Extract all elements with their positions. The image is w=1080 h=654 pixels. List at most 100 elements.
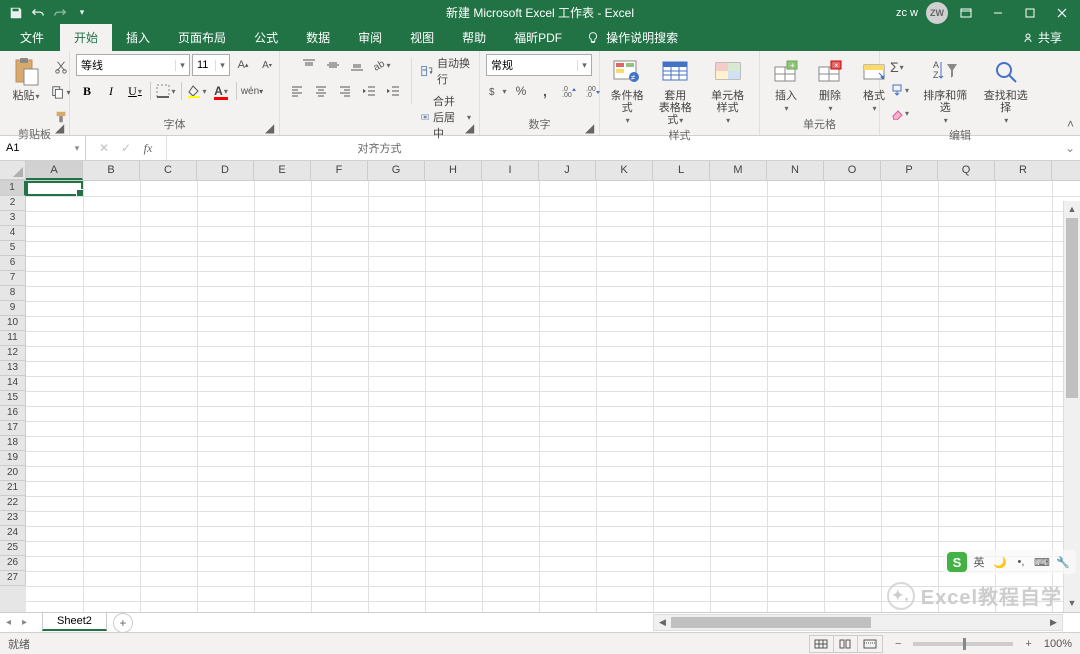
ime-settings-icon[interactable]: 🔧: [1054, 553, 1072, 571]
decrease-font-button[interactable]: A▾: [256, 54, 278, 76]
tab-layout[interactable]: 页面布局: [164, 24, 240, 51]
user-name[interactable]: zc w: [896, 7, 918, 19]
row-header[interactable]: 14: [0, 376, 26, 391]
vertical-scroll-thumb[interactable]: [1066, 218, 1078, 398]
horizontal-scrollbar[interactable]: ◀ ▶: [653, 614, 1063, 631]
phonetic-button[interactable]: wén▾: [241, 80, 263, 102]
ime-keyboard-icon[interactable]: ⌨: [1033, 553, 1051, 571]
column-header[interactable]: R: [995, 161, 1052, 180]
maximize-icon[interactable]: [1016, 2, 1044, 24]
tab-formulas[interactable]: 公式: [240, 24, 292, 51]
name-box-input[interactable]: [0, 142, 70, 154]
row-header[interactable]: 4: [0, 226, 26, 241]
tab-foxit[interactable]: 福昕PDF: [500, 24, 576, 51]
name-box-dropdown[interactable]: ▾: [70, 143, 84, 154]
row-header[interactable]: 12: [0, 346, 26, 361]
column-header[interactable]: L: [653, 161, 710, 180]
cut-button[interactable]: [50, 56, 72, 78]
sheet-nav-next[interactable]: ▸: [22, 617, 36, 628]
cells-area[interactable]: [26, 181, 1080, 612]
align-left-button[interactable]: [286, 80, 308, 102]
paste-button[interactable]: 粘贴▾: [6, 54, 46, 105]
autosum-button[interactable]: Σ▾: [886, 56, 908, 78]
ime-moon-icon[interactable]: 🌙: [991, 553, 1009, 571]
normal-view-button[interactable]: [810, 636, 834, 652]
column-header[interactable]: N: [767, 161, 824, 180]
row-header[interactable]: 23: [0, 511, 26, 526]
column-header[interactable]: F: [311, 161, 368, 180]
scroll-up-button[interactable]: ▲: [1064, 201, 1080, 218]
bold-button[interactable]: B: [76, 80, 98, 102]
wrap-text-button[interactable]: ab自动换行: [419, 54, 473, 88]
cancel-formula-button[interactable]: ✕: [94, 138, 114, 158]
tab-file[interactable]: 文件: [4, 24, 60, 51]
column-header[interactable]: M: [710, 161, 767, 180]
increase-decimal-button[interactable]: .0.00: [558, 80, 580, 102]
align-bottom-button[interactable]: [346, 54, 368, 76]
add-sheet-button[interactable]: +: [113, 613, 133, 633]
ime-punct-icon[interactable]: •,: [1012, 553, 1030, 571]
column-header[interactable]: E: [254, 161, 311, 180]
column-header[interactable]: A: [26, 161, 83, 180]
row-header[interactable]: 5: [0, 241, 26, 256]
insert-cells-button[interactable]: + 插入▾: [766, 54, 806, 117]
row-header[interactable]: 3: [0, 211, 26, 226]
column-header[interactable]: H: [425, 161, 482, 180]
percent-button[interactable]: %: [510, 80, 532, 102]
clear-button[interactable]: ▾: [886, 102, 913, 124]
row-header[interactable]: 6: [0, 256, 26, 271]
column-header[interactable]: C: [140, 161, 197, 180]
font-name-dropdown[interactable]: 等线▾: [76, 54, 190, 76]
row-header[interactable]: 2: [0, 196, 26, 211]
align-middle-button[interactable]: [322, 54, 344, 76]
row-header[interactable]: 11: [0, 331, 26, 346]
row-header[interactable]: 22: [0, 496, 26, 511]
column-header[interactable]: G: [368, 161, 425, 180]
sheet-tab-active[interactable]: Sheet2: [42, 613, 107, 631]
tab-view[interactable]: 视图: [396, 24, 448, 51]
clipboard-dialog-launcher[interactable]: ◢: [55, 121, 67, 133]
share-button[interactable]: 共享: [1014, 24, 1070, 51]
row-header[interactable]: 21: [0, 481, 26, 496]
qat-customize-icon[interactable]: ▾: [72, 3, 92, 23]
select-all-button[interactable]: [0, 161, 26, 180]
tab-review[interactable]: 审阅: [344, 24, 396, 51]
ime-toolbar[interactable]: S 英 🌙 •, ⌨ 🔧: [943, 550, 1076, 574]
tab-data[interactable]: 数据: [292, 24, 344, 51]
align-right-button[interactable]: [334, 80, 356, 102]
cell-styles-button[interactable]: 单元格样式▾: [702, 54, 753, 129]
tell-me-search[interactable]: 操作说明搜索: [576, 24, 688, 51]
increase-font-button[interactable]: A▴: [232, 54, 254, 76]
row-header[interactable]: 26: [0, 556, 26, 571]
align-center-button[interactable]: [310, 80, 332, 102]
row-header[interactable]: 13: [0, 361, 26, 376]
align-top-button[interactable]: [298, 54, 320, 76]
scroll-down-button[interactable]: ▼: [1064, 595, 1080, 612]
row-header[interactable]: 25: [0, 541, 26, 556]
ime-logo-icon[interactable]: S: [947, 552, 967, 572]
column-header[interactable]: I: [482, 161, 539, 180]
collapse-ribbon-button[interactable]: ˄: [1067, 117, 1074, 131]
scroll-right-button[interactable]: ▶: [1045, 615, 1062, 630]
column-header[interactable]: K: [596, 161, 653, 180]
enter-formula-button[interactable]: ✓: [116, 138, 136, 158]
row-header[interactable]: 15: [0, 391, 26, 406]
close-icon[interactable]: [1048, 2, 1076, 24]
minimize-icon[interactable]: [984, 2, 1012, 24]
expand-formula-bar-button[interactable]: ⌄: [1060, 136, 1080, 160]
insert-function-button[interactable]: fx: [138, 138, 158, 158]
zoom-level[interactable]: 100%: [1044, 638, 1072, 650]
number-format-dropdown[interactable]: 常规▾: [486, 54, 592, 76]
sort-filter-button[interactable]: AZ 排序和筛选▾: [917, 54, 973, 129]
conditional-formatting-button[interactable]: ≠ 条件格式▾: [606, 54, 648, 129]
font-color-button[interactable]: A▾: [210, 80, 232, 102]
accounting-format-button[interactable]: $▾: [486, 80, 508, 102]
row-header[interactable]: 10: [0, 316, 26, 331]
fill-color-button[interactable]: ▾: [186, 80, 208, 102]
increase-indent-button[interactable]: [382, 80, 404, 102]
sheet-nav-prev[interactable]: ◂: [6, 617, 20, 628]
column-header[interactable]: O: [824, 161, 881, 180]
format-as-table-button[interactable]: 套用 表格格式▾: [652, 54, 698, 129]
tab-home[interactable]: 开始: [60, 24, 112, 51]
column-header[interactable]: Q: [938, 161, 995, 180]
